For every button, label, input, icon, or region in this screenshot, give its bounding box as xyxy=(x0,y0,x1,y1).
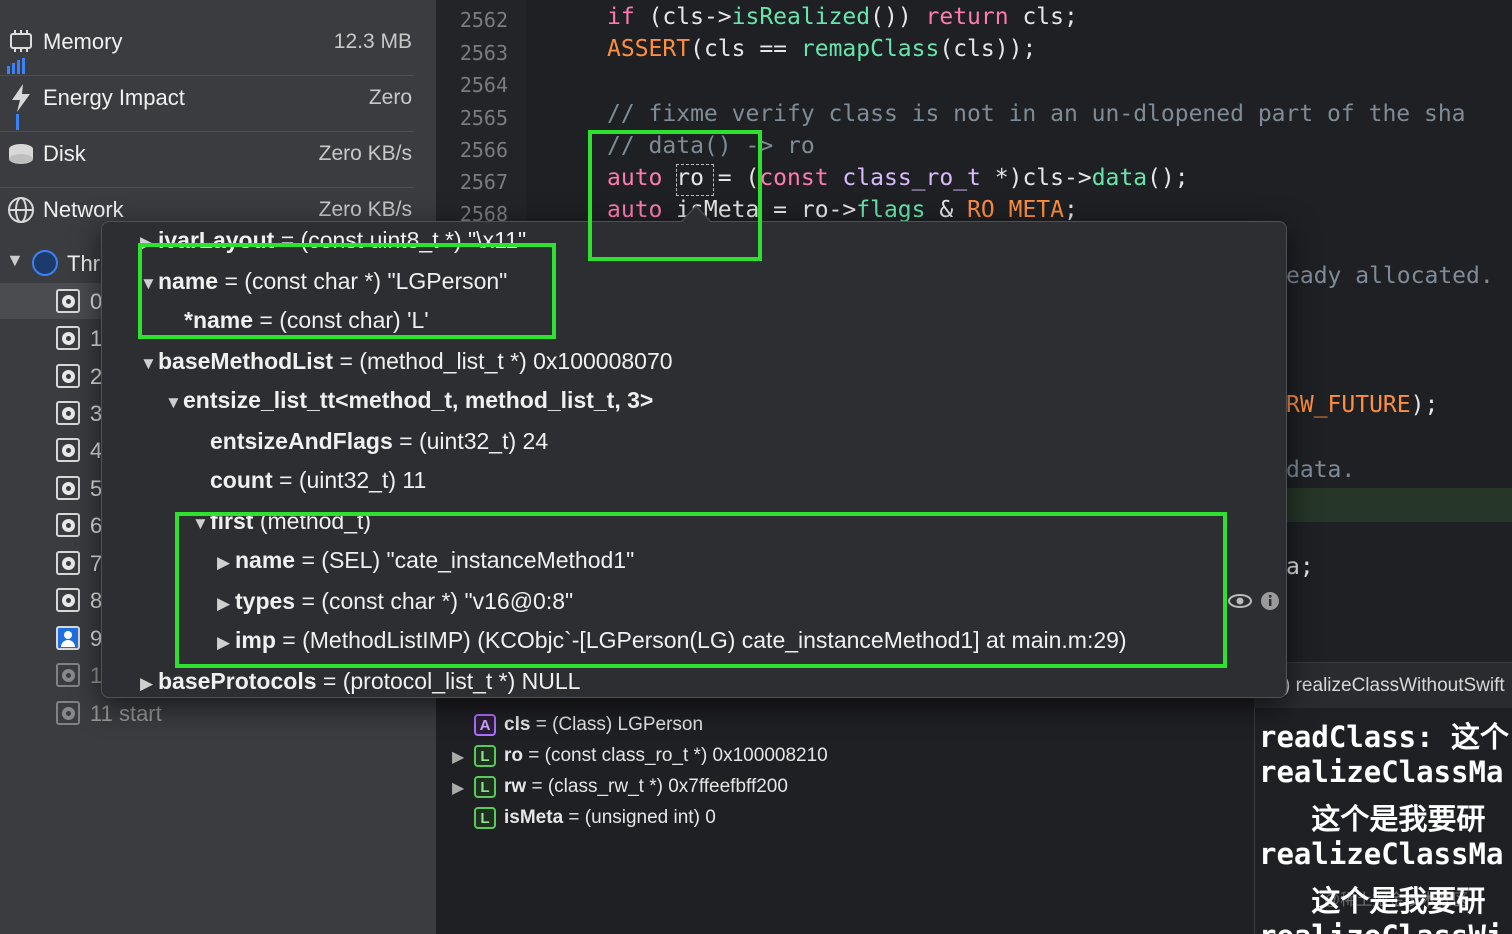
code-line: eady allocated. xyxy=(1286,263,1494,289)
line-number: 2562 xyxy=(459,8,508,32)
bolt-icon xyxy=(7,84,35,112)
disclosure-triangle-icon[interactable]: ▶ xyxy=(452,747,464,767)
code-line: RW_FUTURE); xyxy=(1286,392,1439,418)
variable-row[interactable]: ▶ L rw = (class_rw_t *) 0x7ffeefbff200 xyxy=(436,774,1236,804)
local-badge: L xyxy=(474,807,496,829)
gauge-value: 12.3 MB xyxy=(333,30,412,53)
field-name: count xyxy=(210,467,273,493)
gauge-label: Memory xyxy=(43,29,123,54)
console-line: readClass: 这个 xyxy=(1259,720,1510,754)
disclosure-triangle-icon[interactable]: ▼ xyxy=(165,388,183,418)
gauge-energy[interactable]: Energy Impact Zero xyxy=(0,70,420,126)
highlight-box-ro xyxy=(588,130,762,261)
console-line: 这个是我要研 xyxy=(1259,802,1486,836)
thread-header-label: Thr xyxy=(67,251,100,276)
field-value: = (uint32_t) 11 xyxy=(272,467,427,493)
code-line: a; xyxy=(1286,554,1314,580)
watermark: @稀土掘金技术社区 xyxy=(1324,892,1469,909)
gauge-label: Energy Impact xyxy=(43,85,185,110)
variable-row[interactable]: A cls = (Class) LGPerson xyxy=(436,712,1236,742)
variable-row[interactable]: ▶ L ro = (const class_ro_t *) 0x10000821… xyxy=(436,743,1236,773)
variable-name: cls xyxy=(504,714,531,735)
line-number: 2563 xyxy=(459,41,508,65)
highlight-box-first-method xyxy=(175,512,1227,668)
disclosure-triangle-icon[interactable]: ▶ xyxy=(452,778,464,798)
field-value: = (method_list_t *) 0x100008070 xyxy=(333,348,673,374)
gear-icon xyxy=(56,701,80,725)
gear-icon xyxy=(56,588,80,612)
variable-name: rw xyxy=(504,776,527,797)
field-name: entsize_list_tt<method_t, method_list_t,… xyxy=(183,387,654,413)
line-number: 2566 xyxy=(459,138,508,162)
gear-icon xyxy=(56,401,80,425)
line-number: 2564 xyxy=(459,73,508,97)
gauge-label: Network xyxy=(43,197,124,222)
popover-row[interactable]: entsizeAndFlags = (uint32_t) 24 xyxy=(192,426,548,456)
code-line: // fixme verify class is not in an un-dl… xyxy=(607,101,1466,127)
variable-name: ro xyxy=(504,745,523,766)
popover-row[interactable]: ▼baseMethodList = (method_list_t *) 0x10… xyxy=(140,346,673,376)
disclosure-triangle-icon[interactable]: ▶ xyxy=(140,669,158,697)
memory-chip-icon xyxy=(7,28,35,56)
field-name: entsizeAndFlags xyxy=(210,428,393,454)
disclosure-triangle-icon[interactable]: ▼ xyxy=(140,349,158,379)
gear-icon xyxy=(56,476,80,500)
gear-icon xyxy=(56,663,80,687)
gear-icon xyxy=(56,513,80,537)
thread-icon xyxy=(32,250,58,276)
code-line: if (cls->isRealized()) return cls; xyxy=(607,4,1078,30)
field-value: = (uint32_t) 24 xyxy=(392,428,549,454)
gauge-value: Zero KB/s xyxy=(318,142,412,165)
popover-row[interactable]: ▼entsize_list_tt<method_t, method_list_t… xyxy=(165,385,653,415)
variable-value: = (const class_ro_t *) 0x100008210 xyxy=(523,745,828,766)
code-line: data. xyxy=(1286,457,1356,483)
current-line-highlight xyxy=(1286,488,1512,522)
disk-icon xyxy=(7,140,35,168)
variable-value: = (unsigned int) 0 xyxy=(563,807,716,828)
popover-row[interactable]: ▶ baseProtocols = (protocol_list_t *) NUL… xyxy=(140,666,580,696)
highlight-box-name xyxy=(138,243,556,339)
debug-breadcrumb[interactable]: ) realizeClassWithoutSwift xyxy=(1254,662,1512,708)
field-name: baseMethodList xyxy=(158,348,334,374)
thread-label: 11 start xyxy=(90,701,162,726)
console-line: realizeClassMa xyxy=(1259,837,1504,871)
thread-row[interactable]: 11 start xyxy=(0,695,436,731)
console-line: realizeClassMa xyxy=(1259,755,1504,789)
gauge-value: Zero xyxy=(368,86,412,109)
local-badge: L xyxy=(474,776,496,798)
gear-icon xyxy=(56,326,80,350)
local-badge: L xyxy=(474,745,496,767)
gauge-value: Zero KB/s xyxy=(318,198,412,221)
variable-name: isMeta xyxy=(504,807,564,828)
disclosure-triangle-icon[interactable]: ▼ xyxy=(6,250,24,271)
breadcrumb-label: ) realizeClassWithoutSwift xyxy=(1284,675,1505,696)
line-number: 2565 xyxy=(459,106,508,130)
field-name: baseProtocols xyxy=(158,668,317,694)
variable-value: = (class_rw_t *) 0x7ffeefbff200 xyxy=(526,776,788,797)
gear-icon xyxy=(56,364,80,388)
gauge-disk[interactable]: Disk Zero KB/s xyxy=(0,126,420,182)
info-icon[interactable] xyxy=(1260,591,1280,611)
globe-icon xyxy=(7,196,35,224)
variable-row[interactable]: L isMeta = (unsigned int) 0 xyxy=(436,805,1236,835)
console-line: realizeClassWi xyxy=(1259,919,1503,934)
line-number: 2567 xyxy=(459,170,508,194)
gauge-label: Disk xyxy=(43,141,86,166)
gear-icon xyxy=(56,438,80,462)
gear-icon xyxy=(56,289,80,313)
gauge-memory[interactable]: Memory 12.3 MB xyxy=(0,14,420,70)
gear-icon xyxy=(56,551,80,575)
variable-value: = (Class) LGPerson xyxy=(530,714,704,735)
popover-row[interactable]: count = (uint32_t) 11 xyxy=(192,465,426,495)
person-icon xyxy=(56,626,80,650)
argument-badge: A xyxy=(474,714,496,736)
code-line: ASSERT(cls == remapClass(cls)); xyxy=(607,36,1037,62)
field-value: = (protocol_list_t *) NULL xyxy=(316,668,581,694)
eye-icon[interactable] xyxy=(1227,591,1253,611)
variables-view: A cls = (Class) LGPerson ▶ L ro = (const… xyxy=(436,708,1254,934)
